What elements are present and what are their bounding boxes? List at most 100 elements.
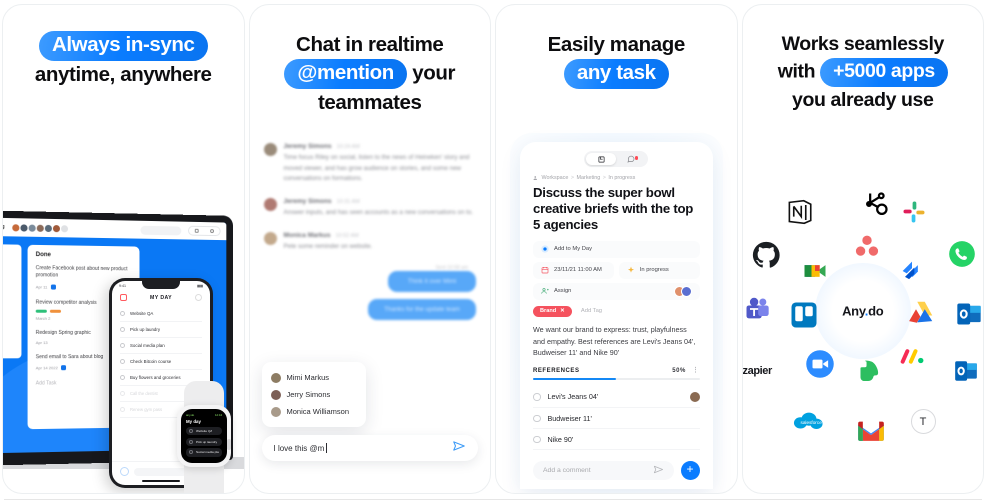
avatar (270, 389, 281, 400)
checkbox-icon[interactable] (189, 429, 193, 434)
progress-bar (533, 377, 700, 381)
message-header: Jeremy Simons 10:31 AM (284, 198, 477, 205)
composer-input[interactable]: I love this @m (274, 444, 325, 453)
task-flag-icon (50, 284, 56, 290)
mention-suggestion-item[interactable]: Mimi Markus (270, 369, 357, 386)
mention-suggestion-item[interactable]: Monica Williamson (270, 403, 357, 420)
headline-line-1: Chat in realtime (296, 33, 444, 56)
comment-placeholder: Add a comment (543, 467, 591, 474)
todoist-circle: T (910, 409, 936, 434)
task-label: Social media plan (196, 450, 219, 455)
breadcrumb-item[interactable]: In progress (608, 175, 635, 181)
board-icon[interactable] (586, 153, 617, 165)
send-icon[interactable] (452, 439, 466, 458)
brand-suffix: do (868, 303, 884, 319)
home-icon[interactable] (120, 467, 129, 476)
checkbox-icon[interactable] (120, 359, 125, 364)
watch-status-bar: any.do 12:44 (186, 413, 222, 417)
screenshot-gallery: Always in-sync anytime, anywhere Marketi… (0, 0, 986, 502)
add-to-my-day-row[interactable]: Add to My Day (533, 240, 700, 258)
checkbox-icon[interactable] (120, 391, 125, 396)
assignee-avatars[interactable] (673, 285, 692, 297)
task-label: Pick up laundry (196, 439, 218, 444)
avatar (44, 224, 52, 232)
list-item[interactable]: Pick up laundry (186, 437, 222, 446)
list-item[interactable]: Website QA (186, 427, 222, 436)
task-label: Pick up laundry (130, 327, 161, 332)
reference-item[interactable]: Levi's Jeans 04' (533, 386, 700, 409)
laptop-view-controls[interactable] (188, 225, 221, 237)
status-field[interactable]: In progress (618, 261, 700, 279)
mention-suggestion-item[interactable]: Jerry Simons (270, 386, 357, 403)
due-date-field[interactable]: 23/11/21 11:00 AM (533, 261, 614, 279)
list-item[interactable]: Social media plan (120, 338, 202, 354)
checkbox-icon[interactable] (120, 375, 125, 380)
mention-suggestions-popover[interactable]: Mimi Markus Jerry Simons Monica Williams… (261, 362, 366, 427)
salesforce-icon: salesforce (793, 410, 823, 432)
panel-4-headline: Works seamlessly with +5000 apps you alr… (743, 5, 984, 114)
view-toggle[interactable] (584, 151, 649, 167)
checkbox-icon[interactable] (120, 311, 125, 316)
workspace-icon (533, 176, 537, 180)
task-date: Apr 13 (35, 340, 48, 346)
headline-line-1: Easily manage (547, 33, 686, 56)
list-item[interactable]: Social media plan (186, 448, 222, 457)
task-date: March 2 (35, 315, 51, 321)
laptop-side-panel (2, 244, 22, 359)
message-time: 10:52 AM (335, 232, 359, 239)
checkbox-icon[interactable] (533, 393, 541, 401)
date-status-row: 23/11/21 11:00 AM In progress (533, 261, 700, 279)
headline-pill: @mention (284, 59, 407, 90)
headline-line-2: anytime, anywhere (34, 63, 212, 87)
checkbox-icon[interactable] (533, 414, 541, 423)
message-composer[interactable]: I love this @m (261, 435, 478, 461)
send-icon[interactable] (653, 464, 664, 477)
checkbox-icon[interactable] (120, 343, 125, 348)
reference-item[interactable]: Nike 90' (533, 429, 700, 451)
notification-badge (634, 156, 639, 160)
breadcrumb-item[interactable]: Marketing (577, 175, 601, 181)
list-item[interactable]: Check Bitcoin course (120, 354, 202, 370)
avatar (52, 224, 60, 232)
laptop-search-field[interactable] (140, 225, 182, 235)
panel-integrations: Works seamlessly with +5000 apps you alr… (741, 4, 984, 494)
list-item[interactable]: Pick up laundry (120, 322, 202, 338)
headline-line-1: Works seamlessly (781, 33, 945, 55)
slack-icon (900, 198, 928, 226)
add-button[interactable]: + (680, 461, 700, 480)
breadcrumb[interactable]: Workspace > Marketing > In progress (533, 175, 700, 181)
checkbox-icon[interactable] (533, 435, 541, 444)
message-body: Monica Markus 10:52 AM Pete some reminde… (284, 232, 477, 253)
task-label: Website QA (196, 429, 213, 434)
checkbox-icon[interactable] (120, 407, 125, 412)
tag-chip[interactable]: Brand ✕ (533, 305, 572, 317)
list-item[interactable]: Website QA (120, 306, 202, 322)
comment-input[interactable]: Add a comment (533, 461, 674, 480)
checkbox-icon[interactable] (189, 450, 193, 455)
trello-icon (789, 300, 819, 330)
assign-row[interactable]: Assign (533, 282, 700, 300)
checkbox-icon[interactable] (120, 327, 125, 332)
search-icon[interactable] (210, 229, 214, 234)
sender-name: Monica Markus (283, 231, 331, 239)
headline-line-1: Always in-sync (13, 31, 234, 62)
avatar (263, 143, 277, 156)
add-tag-button[interactable]: Add Tag (581, 308, 602, 314)
board-view-icon[interactable] (194, 228, 199, 233)
avatar (20, 223, 28, 232)
zapier-icon: zapier (743, 365, 773, 377)
sun-icon (541, 245, 549, 254)
message-body: Jeremy Simons 10:31 AM Answer inputs, an… (284, 198, 477, 219)
breadcrumb-item[interactable]: Workspace (542, 175, 569, 181)
remove-tag-icon[interactable]: ✕ (560, 308, 565, 314)
chat-bubble-icon[interactable] (616, 155, 646, 163)
headline-line-2-prefix: with (777, 60, 816, 83)
reference-item[interactable]: Budweiser 11' (533, 408, 700, 430)
message-header: Jeremy Simons 10:24 AM (284, 143, 477, 150)
tag-chip (35, 309, 47, 313)
sender-name: Jeremy Simons (283, 143, 332, 150)
progress-fill (533, 377, 617, 381)
profile-avatar[interactable] (194, 294, 202, 301)
checkbox-icon[interactable] (189, 439, 193, 444)
message-text: Pete some reminder on website. (283, 242, 373, 250)
